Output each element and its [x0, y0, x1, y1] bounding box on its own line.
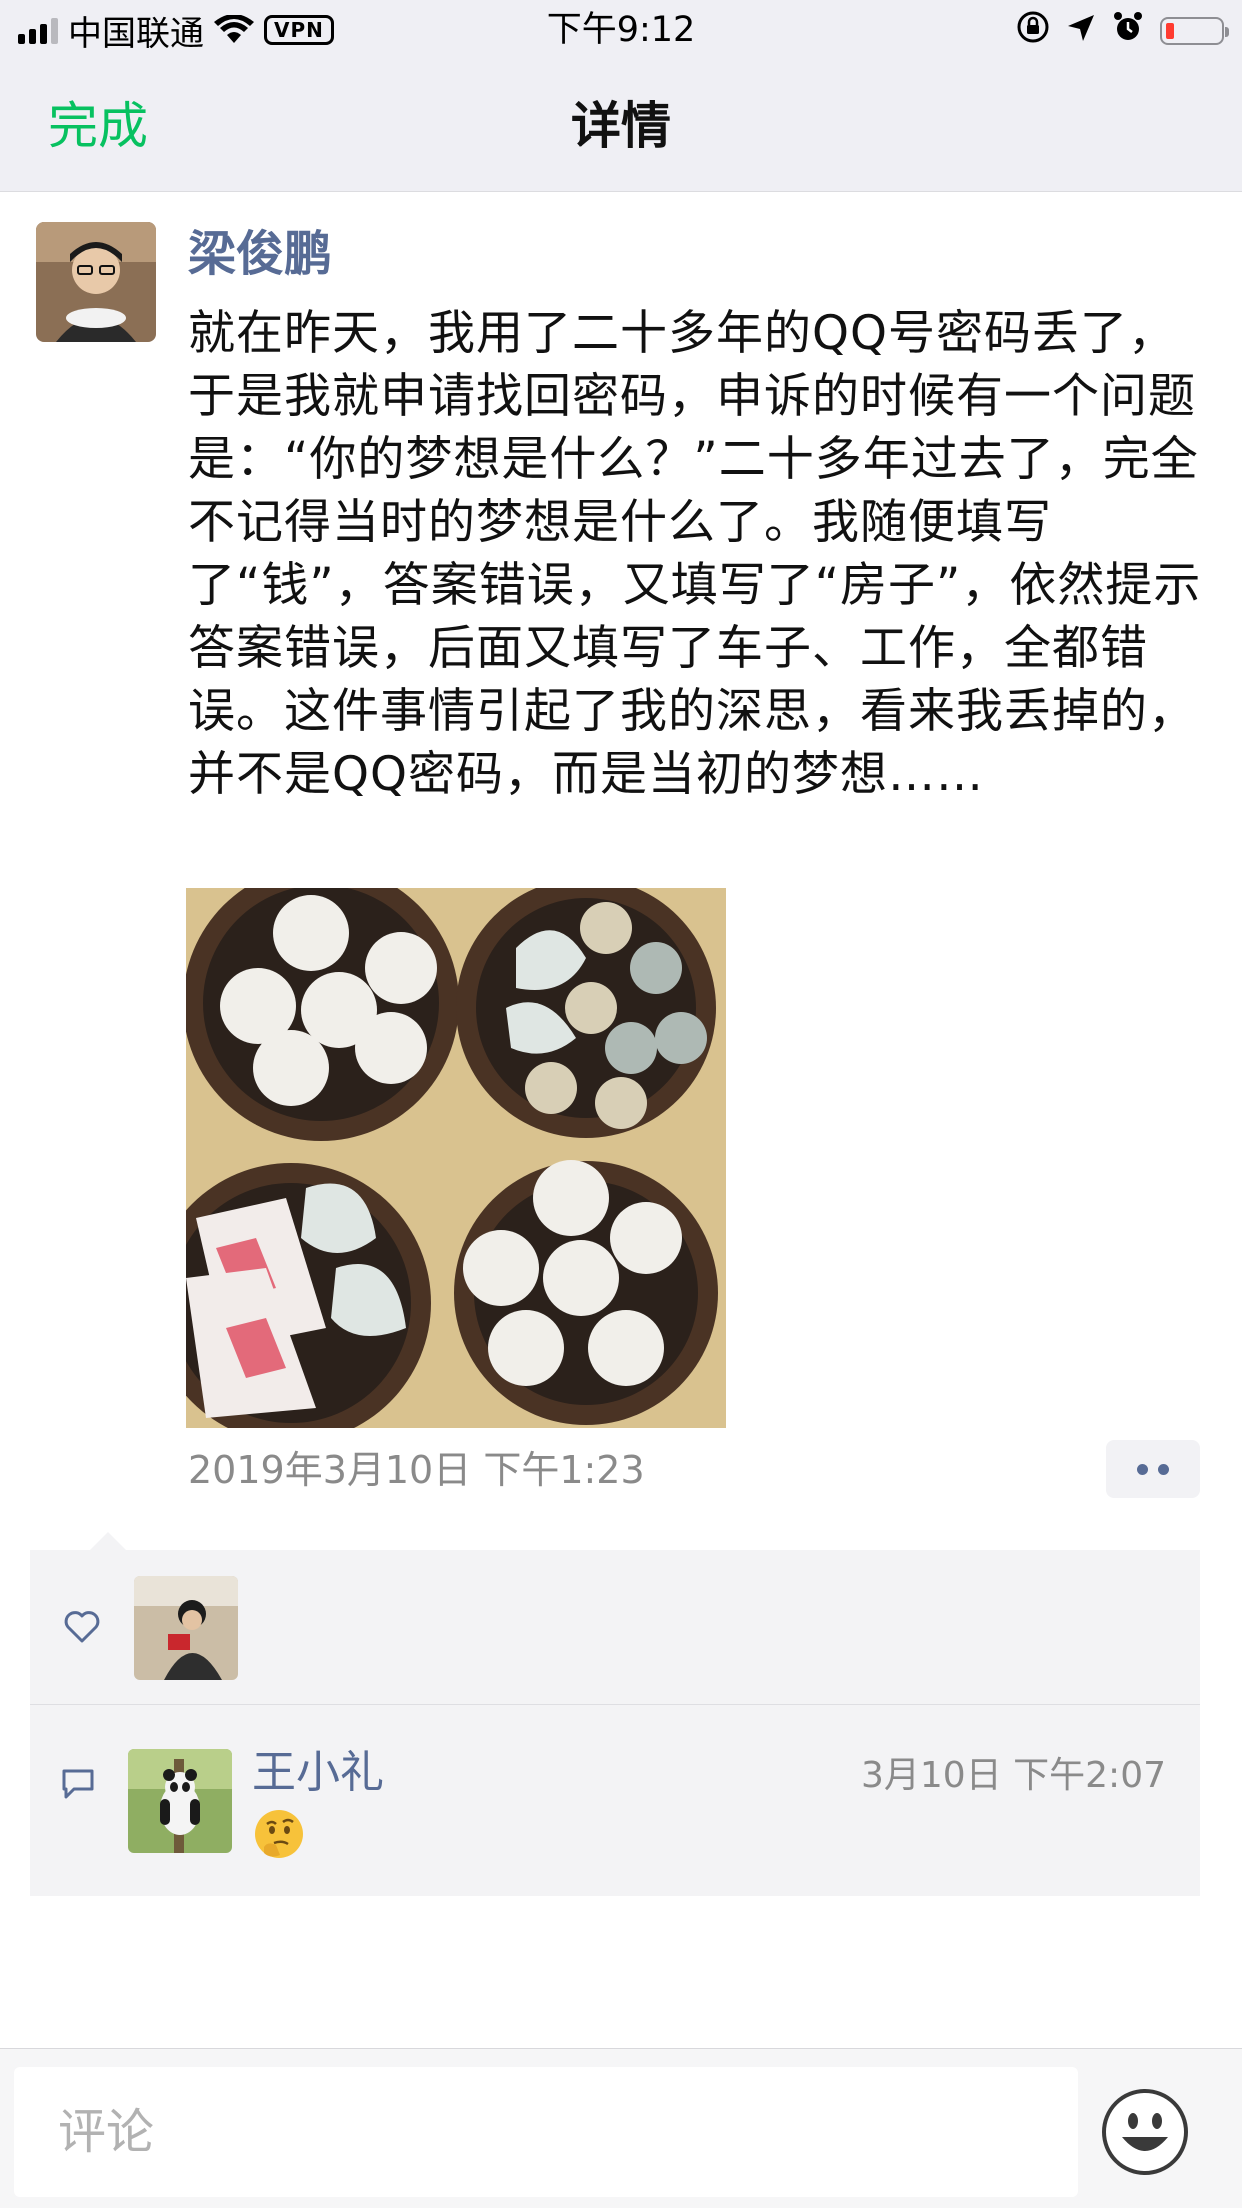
commenter-name[interactable]: 王小礼 [252, 1745, 384, 1801]
status-bar: 中国联通 VPN 下午9:12 [0, 0, 1242, 60]
author-name[interactable]: 梁俊鹏 [188, 224, 332, 284]
alarm-icon [1112, 11, 1144, 52]
thinking-face-icon [252, 1807, 306, 1861]
dot-icon [1158, 1463, 1169, 1475]
comment-bubble-icon [60, 1767, 96, 1805]
author-avatar[interactable] [36, 222, 156, 342]
comment-input-bar [0, 2048, 1242, 2208]
post-photo[interactable] [186, 888, 726, 1428]
comment-input[interactable] [14, 2067, 1078, 2197]
liker-avatar[interactable] [134, 1576, 238, 1680]
battery-icon [1160, 17, 1229, 45]
likes-row [30, 1550, 1200, 1705]
comment-time: 3月10日 下午2:07 [861, 1755, 1166, 1796]
orientation-lock-icon [1016, 10, 1050, 53]
commenter-avatar[interactable] [128, 1749, 232, 1853]
dot-icon [1137, 1463, 1148, 1475]
moments-detail-page: 中国联通 VPN 下午9:12 完成 详情 梁俊鹏 就在昨天，我用了二十多年的Q… [0, 0, 1242, 2208]
more-actions-button[interactable] [1106, 1440, 1200, 1498]
emoji-smiley-icon[interactable] [1100, 2087, 1190, 2177]
location-arrow-icon [1066, 11, 1096, 52]
page-title: 详情 [571, 97, 671, 155]
status-right [1016, 10, 1229, 53]
panel-caret [90, 1532, 126, 1550]
interaction-panel: 王小礼 3月10日 下午2:07 [30, 1532, 1200, 1896]
post-text: 就在昨天，我用了二十多年的QQ号密码丢了，于是我就申请找回密码，申诉的时候有一个… [188, 306, 1202, 802]
navigation-bar: 完成 详情 [0, 60, 1242, 192]
heart-icon [64, 1610, 100, 1648]
comment-row[interactable]: 王小礼 3月10日 下午2:07 [30, 1705, 1200, 1895]
post-timestamp: 2019年3月10日 下午1:23 [188, 1448, 645, 1492]
